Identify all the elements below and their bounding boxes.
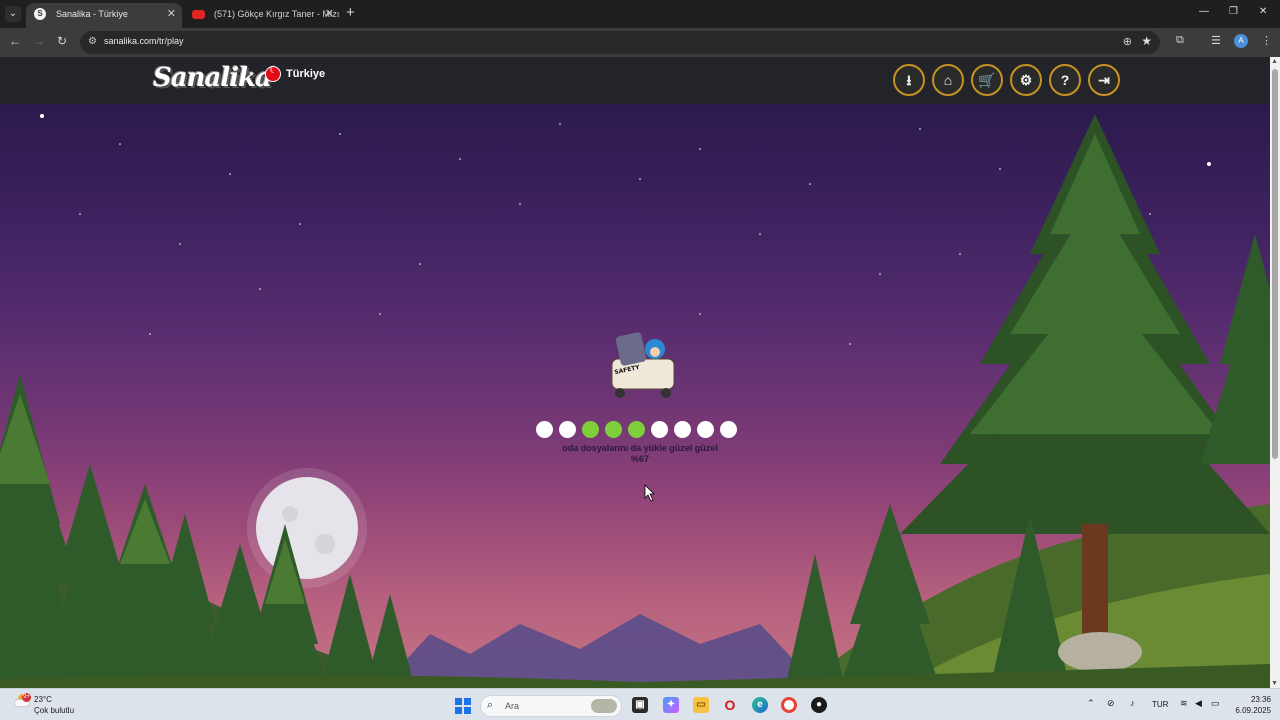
minimize-icon[interactable]: — [1199, 6, 1209, 17]
chrome-icon[interactable] [781, 697, 797, 713]
sanalika-logo[interactable]: Sanalika [153, 63, 272, 93]
start-button[interactable] [455, 698, 471, 714]
settings-button[interactable]: ⚙ [1010, 64, 1042, 96]
site-info-icon[interactable]: ⚙ [88, 36, 97, 47]
app-icon[interactable]: ● [811, 697, 827, 713]
reload-icon[interactable]: ↻ [57, 34, 67, 48]
tab-search-button[interactable]: ⌄ [5, 6, 21, 22]
country-label: Türkiye [286, 68, 326, 80]
loading-percent: %67 [630, 454, 649, 464]
night-forest-scene: SAFETY [0, 114, 1270, 688]
youtube-favicon-icon [192, 10, 205, 19]
download-button[interactable]: ⭳ [893, 64, 925, 96]
edge-icon[interactable]: e [752, 697, 768, 713]
loading-dot [605, 421, 622, 438]
scrollbar-thumb[interactable] [1272, 69, 1278, 459]
shop-button[interactable]: 🛒 [971, 64, 1003, 96]
search-highlight-image [591, 699, 617, 713]
turkey-flag-icon [265, 65, 281, 82]
restore-icon[interactable]: ❐ [1229, 6, 1238, 17]
logout-button[interactable]: ⇥ [1088, 64, 1120, 96]
loading-progress-dots [536, 421, 740, 439]
loading-dot [582, 421, 599, 438]
search-placeholder: Ara [505, 701, 520, 711]
close-window-icon[interactable]: ✕ [1259, 6, 1267, 17]
home-button[interactable]: ⌂ [932, 64, 964, 96]
weather-badge: 9+ [22, 693, 31, 702]
extensions-icon[interactable]: ⧉ [1176, 34, 1184, 47]
sanalika-favicon-icon: S [34, 8, 46, 20]
loading-character-cart: SAFETY [611, 332, 675, 398]
close-tab-icon[interactable]: ✕ [167, 3, 176, 25]
bookmark-star-icon[interactable]: ★ [1141, 34, 1152, 48]
download-icon: ⭳ [906, 72, 912, 88]
media-controls-icon[interactable]: ☰ [1211, 34, 1221, 47]
loading-dot [720, 421, 737, 438]
scroll-down-icon[interactable]: ▼ [1271, 680, 1278, 687]
clock-date[interactable]: 6.09.2025 [1230, 706, 1271, 715]
mouse-cursor-icon [644, 484, 655, 502]
loading-message: oda dosyalarını da yükle güzel güzel [562, 443, 718, 453]
search-icon: ⌕ [487, 699, 494, 711]
tray-overflow-icon[interactable]: ⌃ [1087, 698, 1095, 709]
page-scrollbar[interactable]: ▲ ▼ [1270, 57, 1280, 688]
weather-temperature[interactable]: 23°C [34, 695, 52, 704]
input-language[interactable]: TUR [1152, 700, 1168, 709]
address-url: sanalika.com/tr/play [104, 36, 184, 46]
clock-time[interactable]: 23:36 [1247, 695, 1271, 704]
loading-dot [674, 421, 691, 438]
loading-dot [651, 421, 668, 438]
game-loading-screen[interactable]: SAFETY oda dosyalarını da yükle güzel gü… [0, 104, 1270, 688]
opera-icon[interactable]: O [722, 697, 738, 713]
gear-icon: ⚙ [1019, 72, 1033, 88]
microphone-icon[interactable]: ♪ [1130, 698, 1135, 708]
moon [256, 477, 358, 579]
taskbar-search[interactable]: ⌕ Ara [480, 695, 622, 717]
new-tab-button[interactable]: + [346, 4, 355, 21]
battery-icon[interactable]: ▭ [1211, 698, 1220, 709]
loading-dot [697, 421, 714, 438]
task-view-icon[interactable]: ▣ [632, 697, 648, 713]
tab-title: Sanalika - Türkiye [56, 9, 128, 19]
cart-icon: 🛒 [978, 72, 996, 88]
loading-dot [536, 421, 553, 438]
profile-avatar[interactable]: A [1234, 34, 1248, 48]
weather-condition[interactable]: Çok bulutlu [34, 706, 74, 715]
volume-icon[interactable]: ◀ [1195, 698, 1202, 709]
tab-youtube[interactable]: (571) Gökçe Kırgız Taner - Mızık ✕ [184, 3, 340, 28]
home-icon: ⌂ [943, 72, 953, 88]
page-viewport: Sanalika Türkiye ⭳ ⌂ 🛒 ⚙ ? ⇥ [0, 57, 1270, 688]
zoom-icon[interactable]: ⊕ [1123, 35, 1132, 48]
scroll-up-icon[interactable]: ▲ [1271, 58, 1278, 65]
loading-dot [628, 421, 645, 438]
browser-toolbar: ← → ↻ ⚙ sanalika.com/tr/play ⊕ ★ ⧉ ☰ A ⋮ [0, 28, 1280, 57]
tab-title: (571) Gökçe Kırgız Taner - Mızık [214, 9, 340, 19]
menu-icon[interactable]: ⋮ [1261, 34, 1272, 47]
copilot-icon[interactable]: ✦ [663, 697, 679, 713]
help-icon: ? [1060, 72, 1070, 88]
windows-taskbar: 9+ 23°C Çok bulutlu ⌕ Ara ▣ ✦ ▭ O e ● ⌃ … [0, 688, 1280, 720]
back-icon[interactable]: ← [9, 34, 21, 48]
forward-icon[interactable]: → [33, 34, 45, 48]
network-sync-icon[interactable]: ⊘ [1107, 698, 1115, 709]
tab-sanalika[interactable]: S Sanalika - Türkiye ✕ [26, 3, 182, 28]
help-button[interactable]: ? [1049, 64, 1081, 96]
site-header: Sanalika Türkiye ⭳ ⌂ 🛒 ⚙ ? ⇥ [0, 57, 1270, 104]
tab-strip: ⌄ S Sanalika - Türkiye ✕ (571) Gökçe Kır… [0, 0, 1280, 28]
close-tab-icon[interactable]: ✕ [325, 3, 334, 25]
loading-dot [559, 421, 576, 438]
wifi-icon[interactable]: ≋ [1180, 698, 1188, 709]
file-explorer-icon[interactable]: ▭ [693, 697, 709, 713]
address-bar[interactable]: ⚙ sanalika.com/tr/play ⊕ ★ [80, 31, 1160, 54]
logout-icon: ⇥ [1098, 72, 1110, 88]
